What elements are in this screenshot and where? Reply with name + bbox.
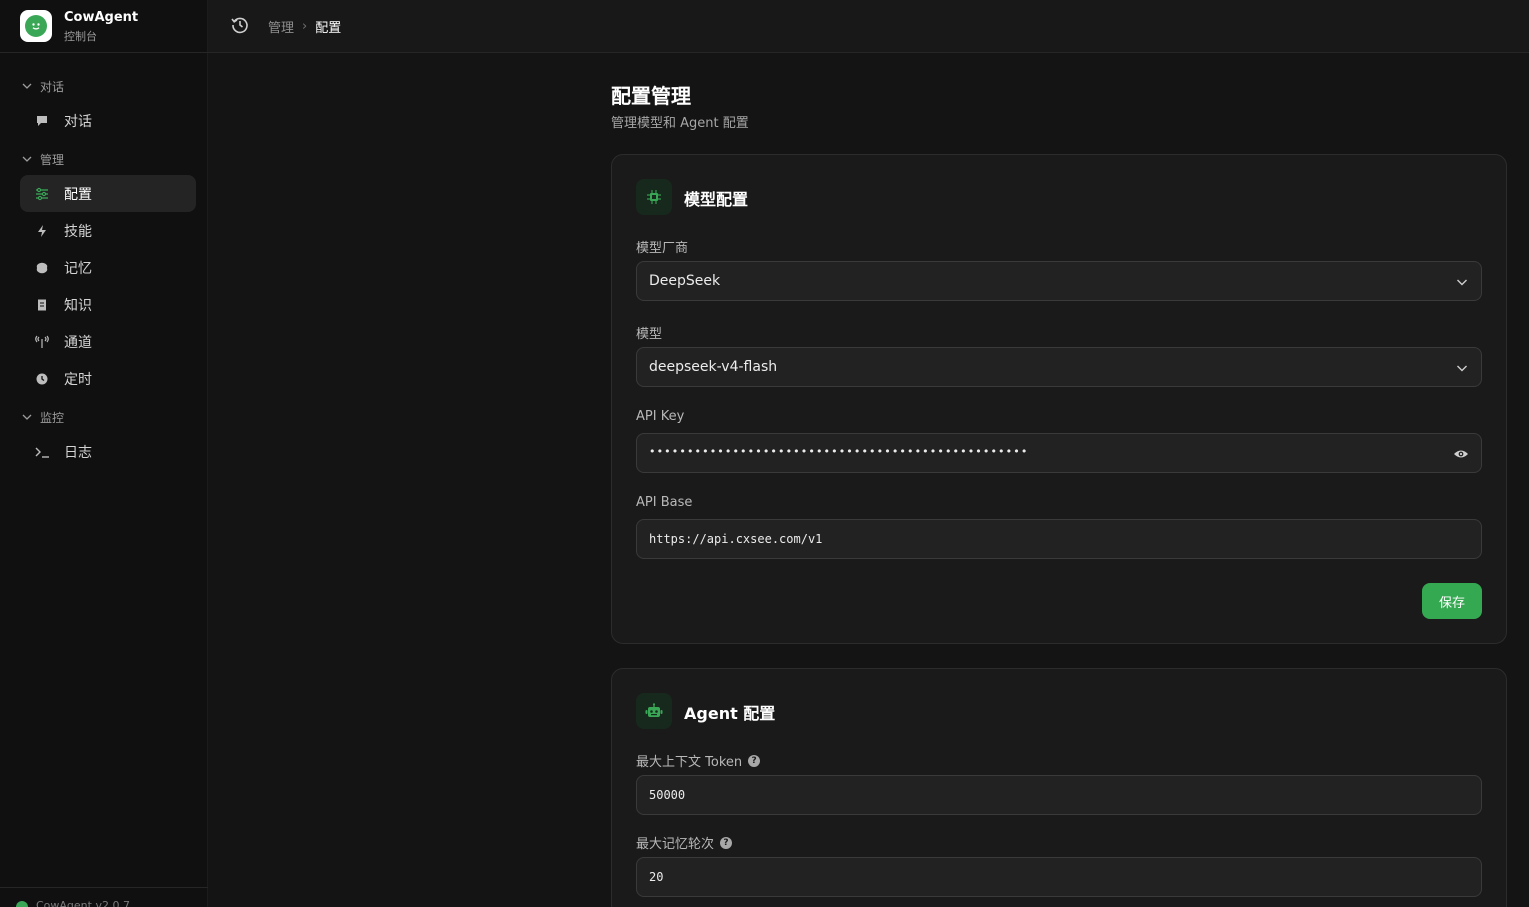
save-button[interactable]: 保存: [1422, 583, 1482, 619]
antenna-icon: [34, 334, 50, 350]
model-config-card: 模型配置 模型厂商 DeepSeek 模型 deepseek-v4-flash …: [611, 154, 1507, 644]
card-title: Agent 配置: [684, 704, 776, 723]
status-dot: [16, 901, 28, 907]
model-select[interactable]: deepseek-v4-flash: [636, 347, 1482, 387]
sidebar-item-channels[interactable]: 通道: [20, 323, 196, 360]
card-title: 模型配置: [684, 190, 749, 209]
sidebar-group-label: 管理: [40, 152, 65, 167]
sidebar-group-label: 对话: [40, 79, 65, 94]
provider-select[interactable]: DeepSeek: [636, 261, 1482, 301]
sidebar-item-chat[interactable]: 对话: [20, 102, 196, 139]
main-content: 配置管理 管理模型和 Agent 配置 模型配置 模型厂商 DeepSeek 模…: [208, 54, 1529, 907]
lightning-icon: [34, 223, 50, 239]
sidebar-group-manage[interactable]: 管理: [20, 150, 64, 168]
page-title: 配置管理: [611, 84, 691, 108]
api-base-value: https://api.cxsee.com/v1: [649, 532, 823, 546]
sidebar-item-label: 技能: [64, 223, 92, 240]
api-key-label: API Key: [636, 409, 685, 424]
sidebar-footer: CowAgent v2.0.7: [0, 887, 208, 907]
sidebar-item-label: 知识: [64, 297, 92, 314]
brand-subtitle: 控制台: [64, 30, 97, 43]
max-context-value: 50000: [649, 788, 686, 802]
chevron-down-icon: [22, 414, 32, 420]
sidebar-item-knowledge[interactable]: 知识: [20, 286, 196, 323]
api-base-input[interactable]: https://api.cxsee.com/v1: [636, 519, 1482, 559]
max-turns-label: 最大记忆轮次 ?: [636, 833, 733, 852]
terminal-icon: [34, 444, 50, 460]
chevron-down-icon: [22, 156, 32, 162]
sidebar-item-memory[interactable]: 记忆: [20, 249, 196, 286]
api-key-input[interactable]: ••••••••••••••••••••••••••••••••••••••••…: [636, 433, 1482, 473]
breadcrumb-current: 配置: [315, 21, 342, 36]
agent-config-card: Agent 配置 最大上下文 Token ? 50000 最大记忆轮次 ? 20: [611, 668, 1507, 907]
brain-icon: [34, 260, 50, 276]
sidebar-item-label: 配置: [64, 186, 92, 203]
api-key-value: ••••••••••••••••••••••••••••••••••••••••…: [649, 445, 1029, 458]
sidebar-group-chat[interactable]: 对话: [20, 77, 64, 95]
sidebar: CowAgent 控制台 对话 对话 管理 配置 技能 记忆 知识 通道 定时 …: [0, 0, 208, 907]
sidebar-item-config[interactable]: 配置: [20, 175, 196, 212]
clock-icon: [34, 371, 50, 387]
page-subtitle: 管理模型和 Agent 配置: [611, 116, 749, 131]
max-turns-value: 20: [649, 870, 664, 884]
model-value: deepseek-v4-flash: [649, 359, 778, 375]
provider-value: DeepSeek: [649, 273, 721, 289]
api-base-label: API Base: [636, 495, 693, 510]
sidebar-item-label: 通道: [64, 334, 92, 351]
provider-label: 模型厂商: [636, 241, 689, 256]
max-context-input[interactable]: 50000: [636, 775, 1482, 815]
chevron-right-icon: ›: [302, 19, 308, 34]
model-label: 模型: [636, 327, 663, 342]
max-context-label-text: 最大上下文 Token: [636, 755, 743, 770]
sidebar-item-label: 定时: [64, 371, 92, 388]
chevron-down-icon: [1457, 365, 1467, 372]
app-root: CowAgent 控制台 对话 对话 管理 配置 技能 记忆 知识 通道 定时 …: [0, 0, 1529, 907]
max-turns-label-text: 最大记忆轮次: [636, 837, 715, 852]
chevron-down-icon: [22, 83, 32, 89]
sidebar-group-monitor[interactable]: 监控: [20, 408, 64, 426]
sidebar-item-label: 日志: [64, 444, 92, 461]
history-icon[interactable]: [230, 15, 250, 35]
chat-bubble-icon: [34, 113, 50, 129]
sidebar-item-label: 对话: [64, 113, 92, 130]
brand-name: CowAgent: [64, 10, 139, 25]
sidebar-group-label: 监控: [40, 410, 65, 425]
sidebar-item-logs[interactable]: 日志: [20, 433, 196, 470]
chevron-down-icon: [1457, 279, 1467, 286]
sliders-icon: [34, 186, 50, 202]
brand: CowAgent 控制台: [0, 0, 208, 53]
version-label: CowAgent v2.0.7: [36, 899, 130, 907]
max-turns-input[interactable]: 20: [636, 857, 1482, 897]
app-logo: [20, 10, 52, 42]
sidebar-item-skills[interactable]: 技能: [20, 212, 196, 249]
help-icon[interactable]: ?: [720, 836, 733, 849]
sidebar-item-label: 记忆: [64, 260, 92, 277]
robot-icon: [636, 693, 672, 729]
breadcrumb-parent[interactable]: 管理: [268, 17, 294, 36]
top-bar: 管理 › 配置: [208, 0, 1529, 53]
breadcrumb: 管理 › 配置: [268, 17, 341, 36]
eye-icon[interactable]: [1453, 447, 1469, 461]
cpu-chip-icon: [636, 179, 672, 215]
book-icon: [34, 297, 50, 313]
max-context-label: 最大上下文 Token ?: [636, 751, 761, 770]
sidebar-item-schedule[interactable]: 定时: [20, 360, 196, 397]
help-icon[interactable]: ?: [748, 754, 761, 767]
